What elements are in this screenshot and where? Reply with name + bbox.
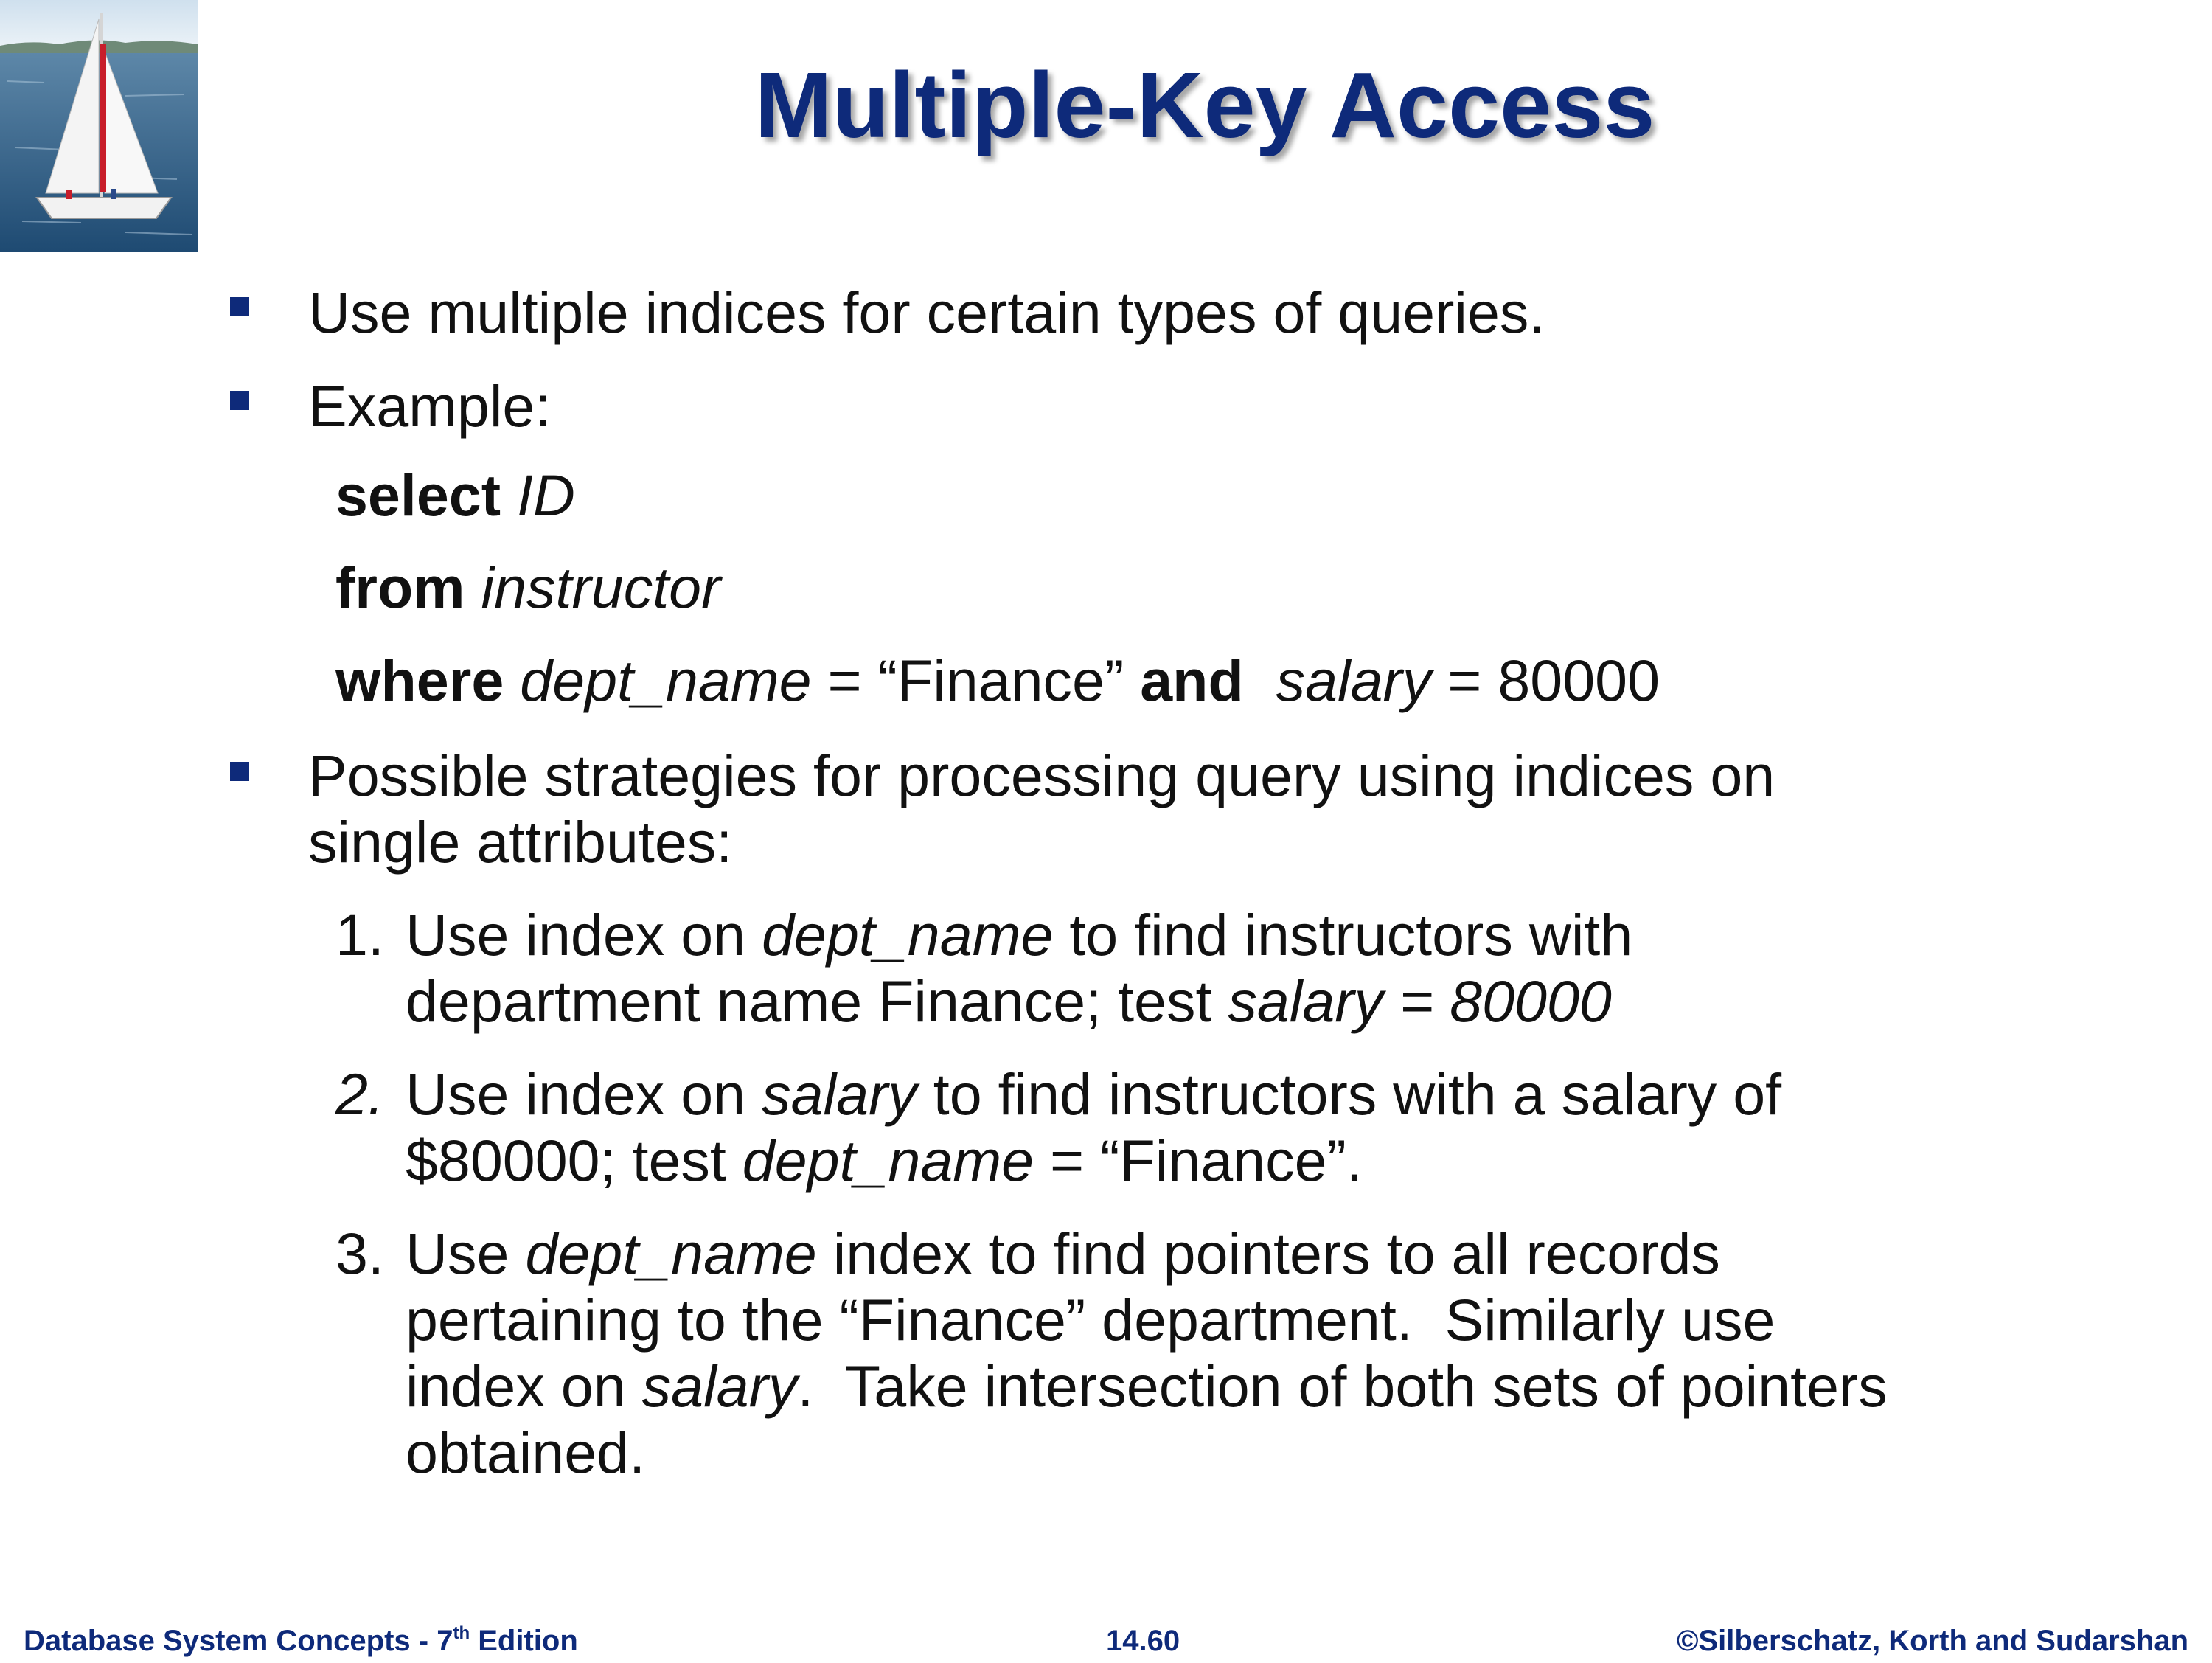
strategy-3-line-3: index on salary. Take intersection of bo…	[406, 1353, 1888, 1419]
query-where-line: where dept_name = “Finance” and salary =…	[335, 647, 1660, 715]
bullet-2: Example:	[308, 373, 552, 439]
query-select-line: select ID	[335, 462, 575, 530]
slide-body: Use multiple indices for certain types o…	[0, 0, 2212, 1659]
footer-page-number: 14.60	[1106, 1625, 1180, 1657]
table-name: instructor	[481, 555, 721, 620]
bullet-1: Use multiple indices for certain types o…	[308, 280, 1545, 345]
strategy-3-line-4: obtained.	[406, 1420, 646, 1485]
query-from-line: from instructor	[335, 554, 720, 622]
keyword-and: and	[1140, 648, 1244, 713]
keyword-where: where	[335, 648, 504, 713]
strategy-2-line-2: $80000; test dept_name = “Finance”.	[406, 1128, 1363, 1193]
bullet-3-line-1: Possible strategies for processing query…	[308, 743, 1775, 808]
strategy-1-number: 1.	[335, 902, 384, 968]
strategy-1-line-1: Use index on dept_name to find instructo…	[406, 902, 1633, 968]
attribute-id: ID	[516, 462, 575, 528]
where-condition-1: = “Finance”	[811, 648, 1141, 713]
strategy-3-number: 3.	[335, 1221, 384, 1286]
bullet-square-1	[230, 297, 249, 316]
keyword-select: select	[335, 462, 501, 528]
bullet-square-3	[230, 762, 249, 781]
attribute-salary: salary	[1276, 648, 1432, 713]
attribute-dept-name: dept_name	[520, 648, 812, 713]
bullet-3-line-2: single attributes:	[308, 809, 733, 875]
strategy-1-line-2: department name Finance; test salary = 8…	[406, 968, 1612, 1034]
strategy-3-line-1: Use dept_name index to find pointers to …	[406, 1221, 1720, 1286]
footer-left: Database System Concepts - 7th Edition	[24, 1623, 578, 1658]
bullet-square-2	[230, 391, 249, 410]
footer-copyright: ©Silberschatz, Korth and Sudarshan	[1676, 1625, 2188, 1657]
keyword-from: from	[335, 555, 465, 620]
where-condition-2: = 80000	[1431, 648, 1660, 713]
strategy-2-number: 2.	[335, 1061, 384, 1127]
strategy-3-line-2: pertaining to the “Finance” department. …	[406, 1287, 1775, 1353]
strategy-2-line-1: Use index on salary to find instructors …	[406, 1061, 1782, 1127]
